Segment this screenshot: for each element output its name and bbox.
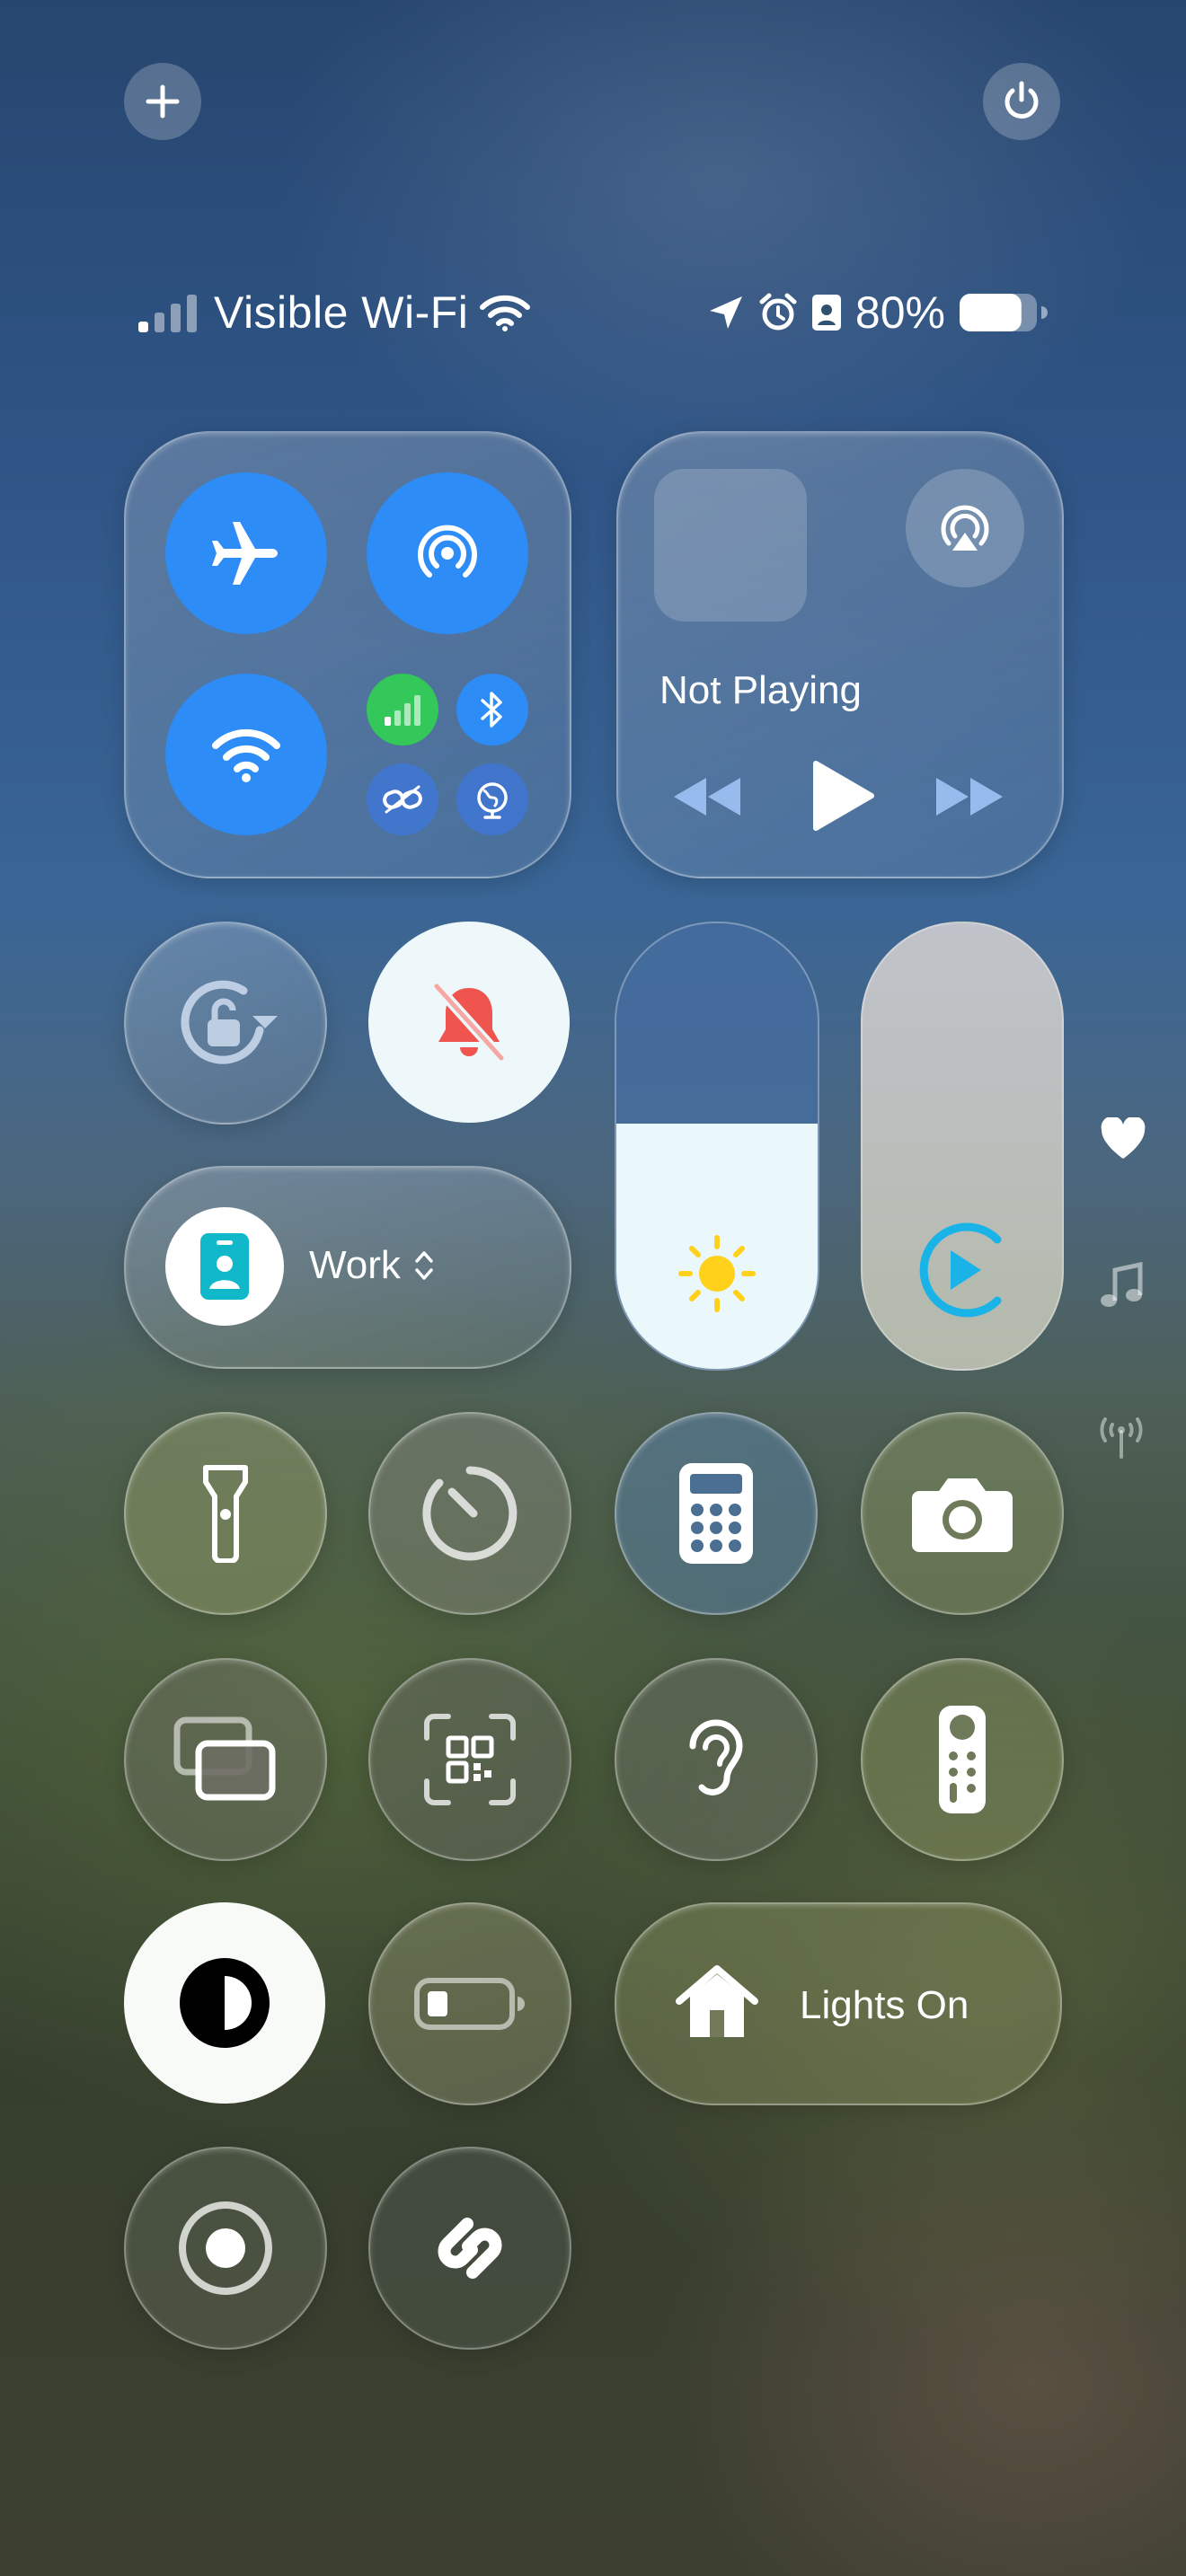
bluetooth-icon bbox=[481, 692, 502, 728]
work-badge-icon bbox=[200, 1233, 249, 1300]
bell-slash-icon bbox=[431, 981, 507, 1063]
status-bar-left: Visible Wi-Fi bbox=[137, 286, 531, 340]
camera-button[interactable] bbox=[861, 1412, 1064, 1615]
album-artwork bbox=[654, 469, 807, 622]
favorites-page-indicator[interactable] bbox=[1096, 1112, 1150, 1166]
connectivity-module bbox=[124, 431, 571, 878]
wifi-toggle[interactable] bbox=[165, 674, 327, 835]
heart-icon bbox=[1101, 1117, 1146, 1159]
focus-work-module[interactable]: Work bbox=[124, 1166, 571, 1369]
home-scene-button[interactable]: Lights On bbox=[615, 1902, 1062, 2105]
audio-play-icon bbox=[919, 1222, 1002, 1318]
cellular-icon bbox=[385, 695, 420, 726]
screen-recording-button[interactable] bbox=[124, 2147, 327, 2350]
status-bar-right: 80% bbox=[706, 286, 1048, 340]
add-control-button[interactable] bbox=[124, 63, 201, 140]
airdrop-icon bbox=[418, 525, 477, 578]
home-scene-label: Lights On bbox=[800, 1983, 969, 2027]
low-power-mode-toggle[interactable] bbox=[368, 1902, 571, 2105]
now-playing-title: Not Playing bbox=[659, 668, 863, 712]
play-button[interactable] bbox=[810, 760, 875, 836]
power-icon bbox=[1005, 81, 1039, 119]
now-playing-module: Not Playing bbox=[616, 431, 1064, 878]
alarm-icon bbox=[759, 293, 797, 331]
vpn-toggle[interactable] bbox=[456, 763, 528, 835]
airplay-button[interactable] bbox=[906, 469, 1024, 587]
airplay-icon bbox=[941, 505, 989, 551]
signal-bars-icon bbox=[138, 295, 197, 332]
fast-forward-icon bbox=[936, 778, 1003, 816]
bluetooth-toggle[interactable] bbox=[456, 674, 528, 745]
shazam-button[interactable] bbox=[368, 2147, 571, 2350]
fast-forward-button[interactable] bbox=[933, 774, 1005, 824]
rewind-button[interactable] bbox=[672, 774, 744, 824]
dark-mode-toggle[interactable] bbox=[124, 1902, 325, 2104]
chevron-up-down-icon bbox=[415, 1251, 433, 1280]
antenna-icon bbox=[1100, 1417, 1143, 1459]
screen-mirroring-button[interactable] bbox=[124, 1658, 327, 1861]
hearing-button[interactable] bbox=[615, 1658, 818, 1861]
qr-code-icon bbox=[424, 1714, 516, 1805]
focus-mode-label: Work bbox=[309, 1243, 401, 1287]
rewind-icon bbox=[674, 778, 740, 816]
wifi-icon bbox=[480, 295, 531, 331]
volume-slider[interactable] bbox=[861, 922, 1064, 1371]
plus-icon bbox=[146, 84, 180, 119]
location-arrow-icon bbox=[709, 296, 742, 329]
focus-mode-selector[interactable]: Work bbox=[309, 1243, 435, 1288]
music-page-indicator[interactable] bbox=[1094, 1259, 1148, 1313]
screen-record-icon bbox=[179, 2201, 272, 2295]
link-icon bbox=[383, 785, 422, 814]
remote-icon bbox=[939, 1706, 986, 1813]
brightness-slider[interactable] bbox=[615, 922, 819, 1371]
screen-mirroring-icon bbox=[173, 1716, 276, 1801]
sun-icon bbox=[678, 1235, 756, 1312]
apple-tv-remote-button[interactable] bbox=[861, 1658, 1064, 1861]
shazam-icon bbox=[438, 2218, 502, 2279]
timer-icon bbox=[422, 1466, 518, 1561]
music-note-icon bbox=[1101, 1261, 1143, 1307]
airplane-mode-toggle[interactable] bbox=[165, 472, 327, 634]
silent-mode-toggle[interactable] bbox=[368, 922, 570, 1123]
orientation-lock-toggle[interactable] bbox=[124, 922, 327, 1125]
low-power-battery-icon bbox=[414, 1978, 525, 2030]
wifi-icon bbox=[212, 728, 280, 782]
calculator-button[interactable] bbox=[615, 1412, 818, 1615]
cellular-toggle[interactable] bbox=[367, 674, 438, 745]
hotspot-toggle[interactable] bbox=[367, 763, 438, 835]
calculator-icon bbox=[679, 1463, 753, 1564]
camera-icon bbox=[912, 1478, 1013, 1552]
dark-mode-icon bbox=[180, 1958, 270, 2048]
timer-button[interactable] bbox=[368, 1412, 571, 1615]
focus-work-icon bbox=[811, 295, 841, 331]
connectivity-page-indicator[interactable] bbox=[1094, 1408, 1148, 1462]
flashlight-button[interactable] bbox=[124, 1412, 327, 1615]
airdrop-toggle[interactable] bbox=[367, 472, 528, 634]
carrier-name: Visible Wi-Fi bbox=[214, 287, 469, 338]
battery-percentage: 80% bbox=[854, 287, 945, 338]
flashlight-icon bbox=[203, 1465, 248, 1563]
airplane-icon bbox=[212, 522, 278, 585]
orientation-lock-icon bbox=[181, 980, 278, 1064]
globe-icon bbox=[477, 782, 508, 819]
power-button[interactable] bbox=[983, 63, 1060, 140]
hearing-icon bbox=[689, 1719, 743, 1795]
house-icon bbox=[676, 1965, 758, 2037]
play-icon bbox=[813, 761, 874, 831]
code-scanner-button[interactable] bbox=[368, 1658, 571, 1861]
focus-icon-badge bbox=[165, 1207, 284, 1326]
battery-icon bbox=[960, 294, 1048, 331]
